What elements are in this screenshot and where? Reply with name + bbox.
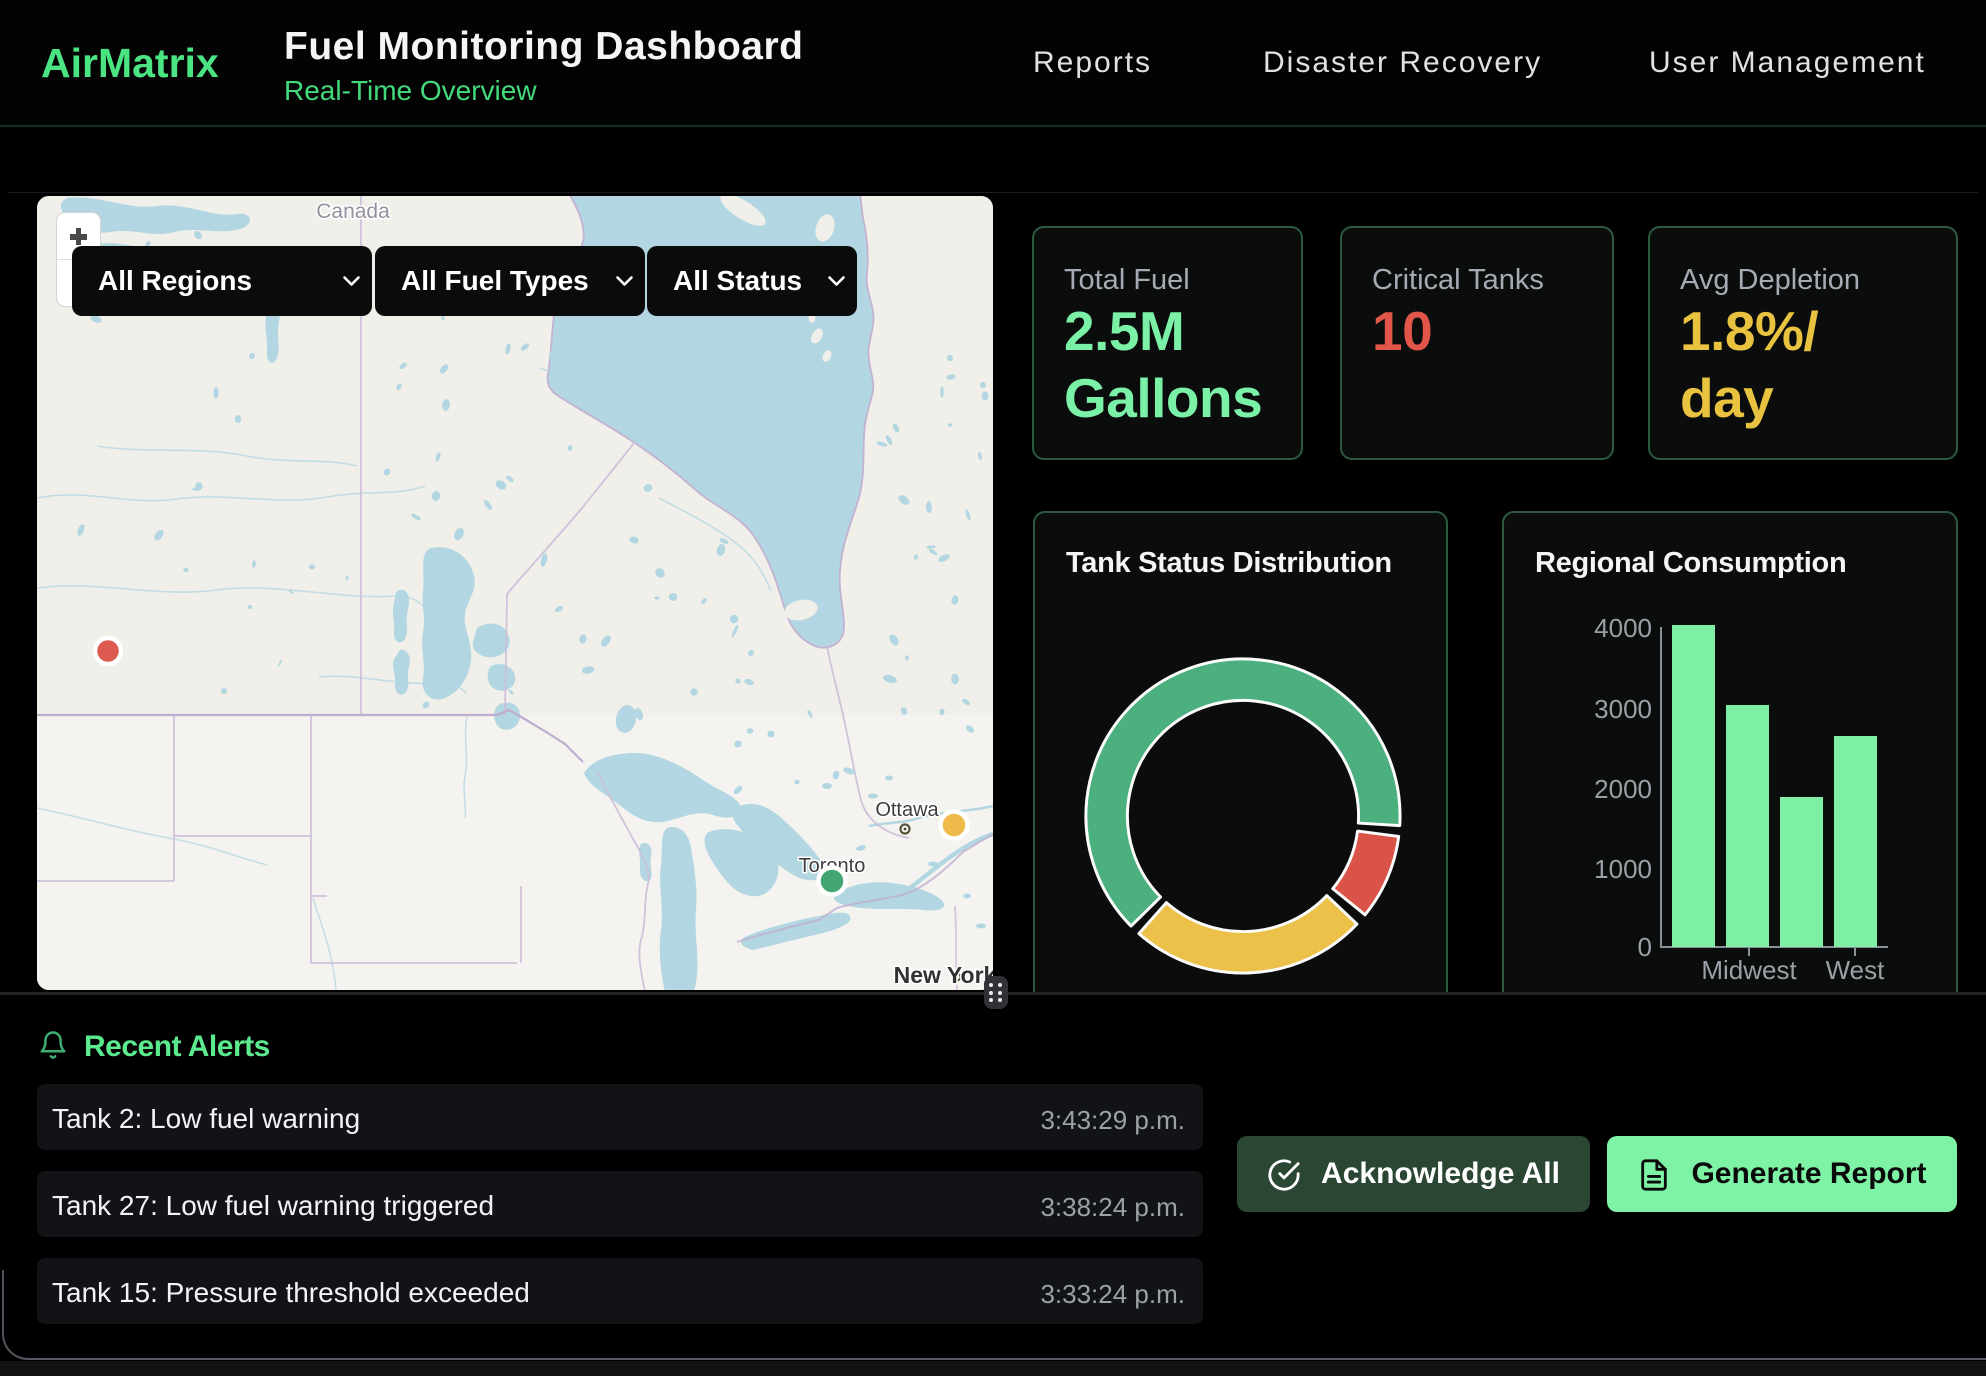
svg-text:New York: New York: [894, 962, 993, 988]
svg-text:Ottawa: Ottawa: [875, 799, 939, 821]
svg-text:Canada: Canada: [316, 200, 390, 223]
